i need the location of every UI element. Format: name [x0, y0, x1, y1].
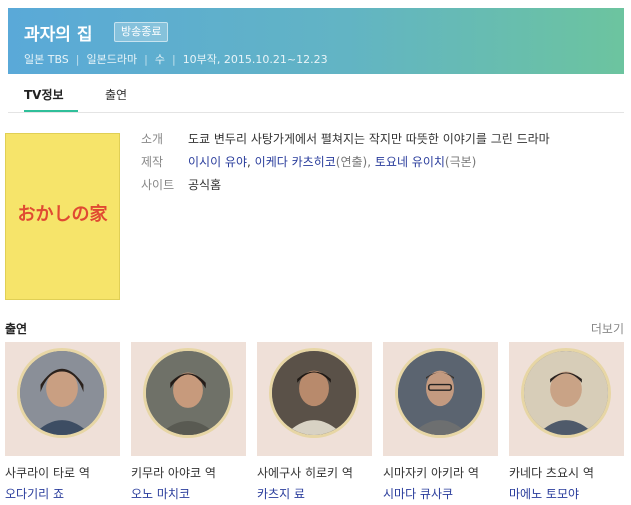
- cast-role: 사에구사 히로키 역: [257, 466, 353, 480]
- program-meta: 일본 TBS | 일본드라마 | 수 | 10부작, 2015.10.21~12.23: [24, 53, 328, 66]
- synopsis-label: 소개: [141, 132, 164, 146]
- cast-item[interactable]: 사쿠라이 타로 역 오다기리 죠: [5, 342, 120, 502]
- synopsis-text: 도쿄 변두리 사탕가게에서 펼쳐지는 작지만 따뜻한 이야기를 그린 드라마: [188, 132, 550, 146]
- cast-actor-link[interactable]: 오다기리 죠: [5, 485, 120, 502]
- active-tab-indicator: [24, 110, 78, 112]
- meta-episodes: 10부작, 2015.10.21~12.23: [182, 53, 328, 66]
- actor-photo: [17, 348, 107, 438]
- actor-photo: [143, 348, 233, 438]
- tab-bar: TV정보 출연: [8, 74, 624, 113]
- program-title: 과자의 집: [24, 25, 93, 45]
- cast-card[interactable]: [509, 342, 624, 456]
- cast-section-title: 출연: [5, 322, 28, 336]
- cast-actor-link[interactable]: 마에노 토모야: [509, 485, 624, 502]
- poster-image[interactable]: おかしの家: [5, 133, 120, 300]
- poster-logo: おかしの家: [17, 204, 108, 225]
- cast-card[interactable]: [383, 342, 498, 456]
- actor-photo: [269, 348, 359, 438]
- actor-photo: [395, 348, 485, 438]
- cast-role: 카네다 츠요시 역: [509, 466, 594, 480]
- production-value: 이시이 유야, 이케다 카츠히코(연출), 토요네 유이치(극본): [188, 155, 477, 169]
- producer-link-1[interactable]: 이시이 유야: [188, 155, 247, 169]
- cast-card[interactable]: [257, 342, 372, 456]
- cast-role: 시마자키 아키라 역: [383, 466, 479, 480]
- cast-item[interactable]: 시마자키 아키라 역 시마다 큐사쿠: [383, 342, 498, 502]
- cast-item[interactable]: 카네다 츠요시 역 마에노 토모야: [509, 342, 624, 502]
- cast-role: 사쿠라이 타로 역: [5, 466, 90, 480]
- actor-photo: [521, 348, 611, 438]
- site-label: 사이트: [141, 178, 175, 192]
- tab-tv-info[interactable]: TV정보: [24, 86, 64, 103]
- producer-link-3[interactable]: 토요네 유이치: [375, 155, 445, 169]
- tab-cast[interactable]: 출연: [105, 86, 127, 103]
- cast-card[interactable]: [131, 342, 246, 456]
- status-badge: 방송종료: [114, 22, 169, 42]
- cast-item[interactable]: 키무라 아야코 역 오노 마치코: [131, 342, 246, 502]
- cast-item[interactable]: 사에구사 히로키 역 카츠지 료: [257, 342, 372, 502]
- cast-role: 키무라 아야코 역: [131, 466, 216, 480]
- program-header: 과자의 집 방송종료 일본 TBS | 일본드라마 | 수 | 10부작, 2015.10.…: [8, 8, 624, 74]
- production-label: 제작: [141, 155, 164, 169]
- meta-genre: 일본드라마: [86, 53, 138, 66]
- cast-actor-link[interactable]: 오노 마치코: [131, 485, 246, 502]
- meta-broadcaster: 일본 TBS: [24, 53, 69, 66]
- meta-day: 수: [154, 53, 165, 66]
- producer-link-2[interactable]: 이케다 카츠히코: [255, 155, 336, 169]
- more-cast-link[interactable]: 더보기: [591, 320, 624, 337]
- cast-actor-link[interactable]: 시마다 큐사쿠: [383, 485, 498, 502]
- cast-actor-link[interactable]: 카츠지 료: [257, 485, 372, 502]
- official-site-link[interactable]: 공식홈: [188, 176, 221, 193]
- cast-card[interactable]: [5, 342, 120, 456]
